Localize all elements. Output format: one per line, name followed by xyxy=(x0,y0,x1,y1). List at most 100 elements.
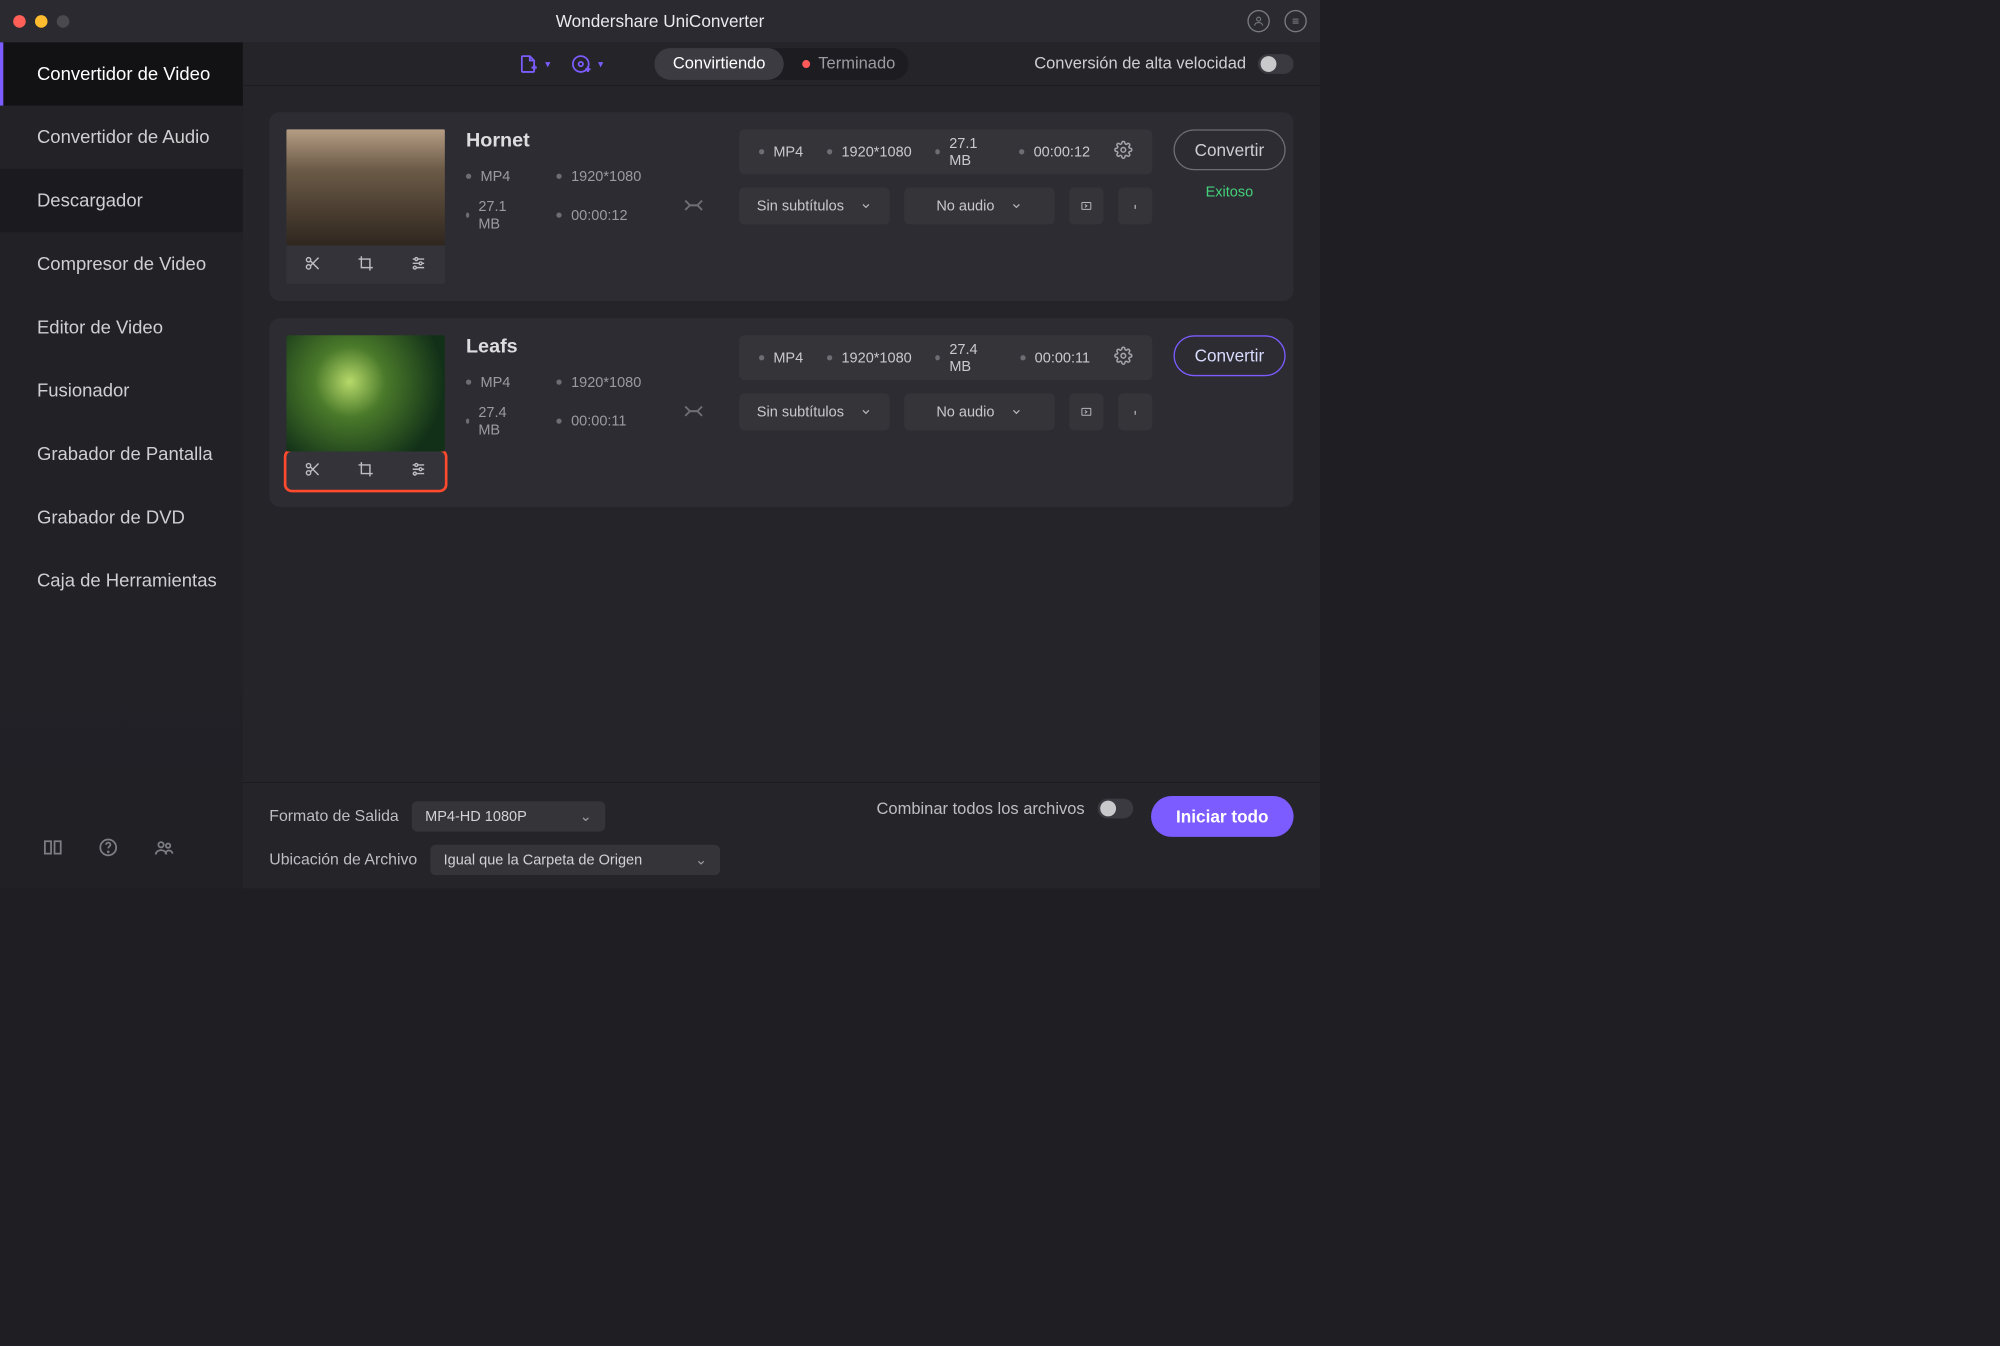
subtitle-select[interactable]: Sin subtítulos xyxy=(739,393,889,430)
effects-icon[interactable] xyxy=(410,254,427,274)
convert-button[interactable]: Convertir xyxy=(1173,335,1285,376)
sidebar: Convertidor de Video Convertidor de Audi… xyxy=(0,42,243,888)
video-thumbnail[interactable] xyxy=(286,129,444,245)
output-duration: 00:00:12 xyxy=(1019,143,1090,160)
notification-dot-icon xyxy=(802,60,810,68)
input-format: MP4 xyxy=(466,374,510,391)
toolbar: ▾ ▾ Convirtiendo Terminado Conversión xyxy=(243,42,1320,86)
expand-icon-button[interactable] xyxy=(1069,393,1103,430)
expand-icon-button[interactable] xyxy=(1069,187,1103,224)
file-list: Hornet MP4 1920*1080 27.1 MB 00:00:12 MP… xyxy=(243,86,1320,782)
output-size: 27.4 MB xyxy=(935,341,996,375)
sidebar-item-merger[interactable]: Fusionador xyxy=(0,359,243,422)
trim-icon[interactable] xyxy=(304,254,321,274)
convert-button[interactable]: Convertir xyxy=(1173,129,1285,170)
sidebar-item-label: Editor de Video xyxy=(37,317,163,338)
settings-gear-icon[interactable] xyxy=(1114,141,1132,163)
card-right-column: Convertir Exitoso xyxy=(1173,129,1285,200)
output-options-row: Sin subtítulos No audio xyxy=(739,393,1152,430)
chevron-down-icon xyxy=(860,200,872,212)
minimize-window-button[interactable] xyxy=(35,15,48,28)
audio-select[interactable]: No audio xyxy=(904,187,1054,224)
subtitle-select[interactable]: Sin subtítulos xyxy=(739,187,889,224)
chevron-down-icon xyxy=(1010,200,1022,212)
input-resolution: 1920*1080 xyxy=(557,168,642,185)
start-all-button[interactable]: Iniciar todo xyxy=(1151,796,1294,837)
output-meta-bar: MP4 1920*1080 27.1 MB 00:00:12 xyxy=(739,129,1152,174)
tab-label: Convirtiendo xyxy=(673,54,766,73)
output-size: 27.1 MB xyxy=(935,135,995,169)
status-segmented: Convirtiendo Terminado xyxy=(654,48,908,80)
tab-converting[interactable]: Convirtiendo xyxy=(654,48,784,80)
audio-value: No audio xyxy=(936,197,994,214)
add-dvd-button[interactable]: ▾ xyxy=(570,53,603,74)
add-file-button[interactable]: ▾ xyxy=(517,53,550,74)
footer: Formato de Salida MP4-HD 1080P ⌄ Ubicaci… xyxy=(243,782,1320,888)
info-icon-button[interactable] xyxy=(1118,393,1152,430)
output-format-select[interactable]: MP4-HD 1080P ⌄ xyxy=(412,801,605,831)
merge-label: Combinar todos los archivos xyxy=(876,799,1084,818)
sidebar-item-label: Grabador de Pantalla xyxy=(37,444,213,465)
audio-select[interactable]: No audio xyxy=(904,393,1054,430)
status-text: Exitoso xyxy=(1206,183,1254,200)
input-size: 27.1 MB xyxy=(466,198,510,232)
edit-toolstrip xyxy=(286,246,444,284)
info-icon-button[interactable] xyxy=(1118,187,1152,224)
chevron-down-icon: ⌄ xyxy=(695,851,707,868)
high-speed-toggle[interactable] xyxy=(1258,54,1294,74)
edit-toolstrip xyxy=(286,451,444,489)
sidebar-item-label: Convertidor de Audio xyxy=(37,127,210,148)
sidebar-bottom xyxy=(0,809,243,888)
output-format-label: Formato de Salida xyxy=(269,807,398,825)
merge-block: Combinar todos los archivos xyxy=(876,799,1133,819)
chevron-down-icon xyxy=(1010,406,1022,418)
output-format: MP4 xyxy=(759,143,803,160)
menu-icon[interactable] xyxy=(1284,10,1306,32)
trim-icon[interactable] xyxy=(304,460,321,480)
file-location-value: Igual que la Carpeta de Origen xyxy=(444,851,643,868)
help-icon[interactable] xyxy=(98,837,119,861)
account-icon[interactable] xyxy=(1247,10,1269,32)
sidebar-item-toolbox[interactable]: Caja de Herramientas xyxy=(0,549,243,612)
crop-icon[interactable] xyxy=(357,460,374,480)
input-size: 27.4 MB xyxy=(466,404,510,438)
sidebar-item-label: Descargador xyxy=(37,190,143,211)
sidebar-item-video-editor[interactable]: Editor de Video xyxy=(0,296,243,359)
input-duration: 00:00:11 xyxy=(557,404,642,438)
file-location-label: Ubicación de Archivo xyxy=(269,851,417,869)
sidebar-item-video-compressor[interactable]: Compresor de Video xyxy=(0,232,243,295)
chevron-down-icon: ▾ xyxy=(598,57,603,70)
subtitle-value: Sin subtítulos xyxy=(757,403,844,420)
output-duration: 00:00:11 xyxy=(1020,349,1090,366)
maximize-window-button[interactable] xyxy=(57,15,70,28)
chevron-down-icon xyxy=(860,406,872,418)
sidebar-item-dvd-burner[interactable]: Grabador de DVD xyxy=(0,486,243,549)
video-thumbnail[interactable] xyxy=(286,335,444,451)
sidebar-item-downloader[interactable]: Descargador xyxy=(0,169,243,232)
sidebar-item-screen-recorder[interactable]: Grabador de Pantalla xyxy=(0,422,243,485)
output-options-row: Sin subtítulos No audio xyxy=(739,187,1152,224)
sidebar-item-label: Grabador de DVD xyxy=(37,507,185,528)
crop-icon[interactable] xyxy=(357,254,374,274)
settings-gear-icon[interactable] xyxy=(1114,347,1132,369)
app-title: Wondershare UniConverter xyxy=(0,11,1320,31)
input-duration: 00:00:12 xyxy=(557,198,642,232)
output-format-value: MP4-HD 1080P xyxy=(425,808,527,825)
guide-icon[interactable] xyxy=(42,837,63,861)
window-controls xyxy=(13,15,69,28)
merge-toggle[interactable] xyxy=(1098,799,1134,819)
file-title: Hornet xyxy=(466,129,641,151)
sidebar-item-audio-converter[interactable]: Convertidor de Audio xyxy=(0,106,243,169)
tab-finished[interactable]: Terminado xyxy=(784,54,895,73)
file-location-select[interactable]: Igual que la Carpeta de Origen ⌄ xyxy=(430,845,720,875)
tab-label: Terminado xyxy=(818,54,895,73)
sidebar-item-video-converter[interactable]: Convertidor de Video xyxy=(0,42,243,105)
output-format: MP4 xyxy=(759,349,803,366)
convert-arrow-icon xyxy=(682,194,704,220)
effects-icon[interactable] xyxy=(410,460,427,480)
file-info: Hornet MP4 1920*1080 27.1 MB 00:00:12 xyxy=(466,129,641,232)
community-icon[interactable] xyxy=(153,837,174,861)
close-window-button[interactable] xyxy=(13,15,26,28)
audio-value: No audio xyxy=(936,403,994,420)
output-block: MP4 1920*1080 27.4 MB 00:00:11 Sin subtí… xyxy=(739,335,1152,430)
